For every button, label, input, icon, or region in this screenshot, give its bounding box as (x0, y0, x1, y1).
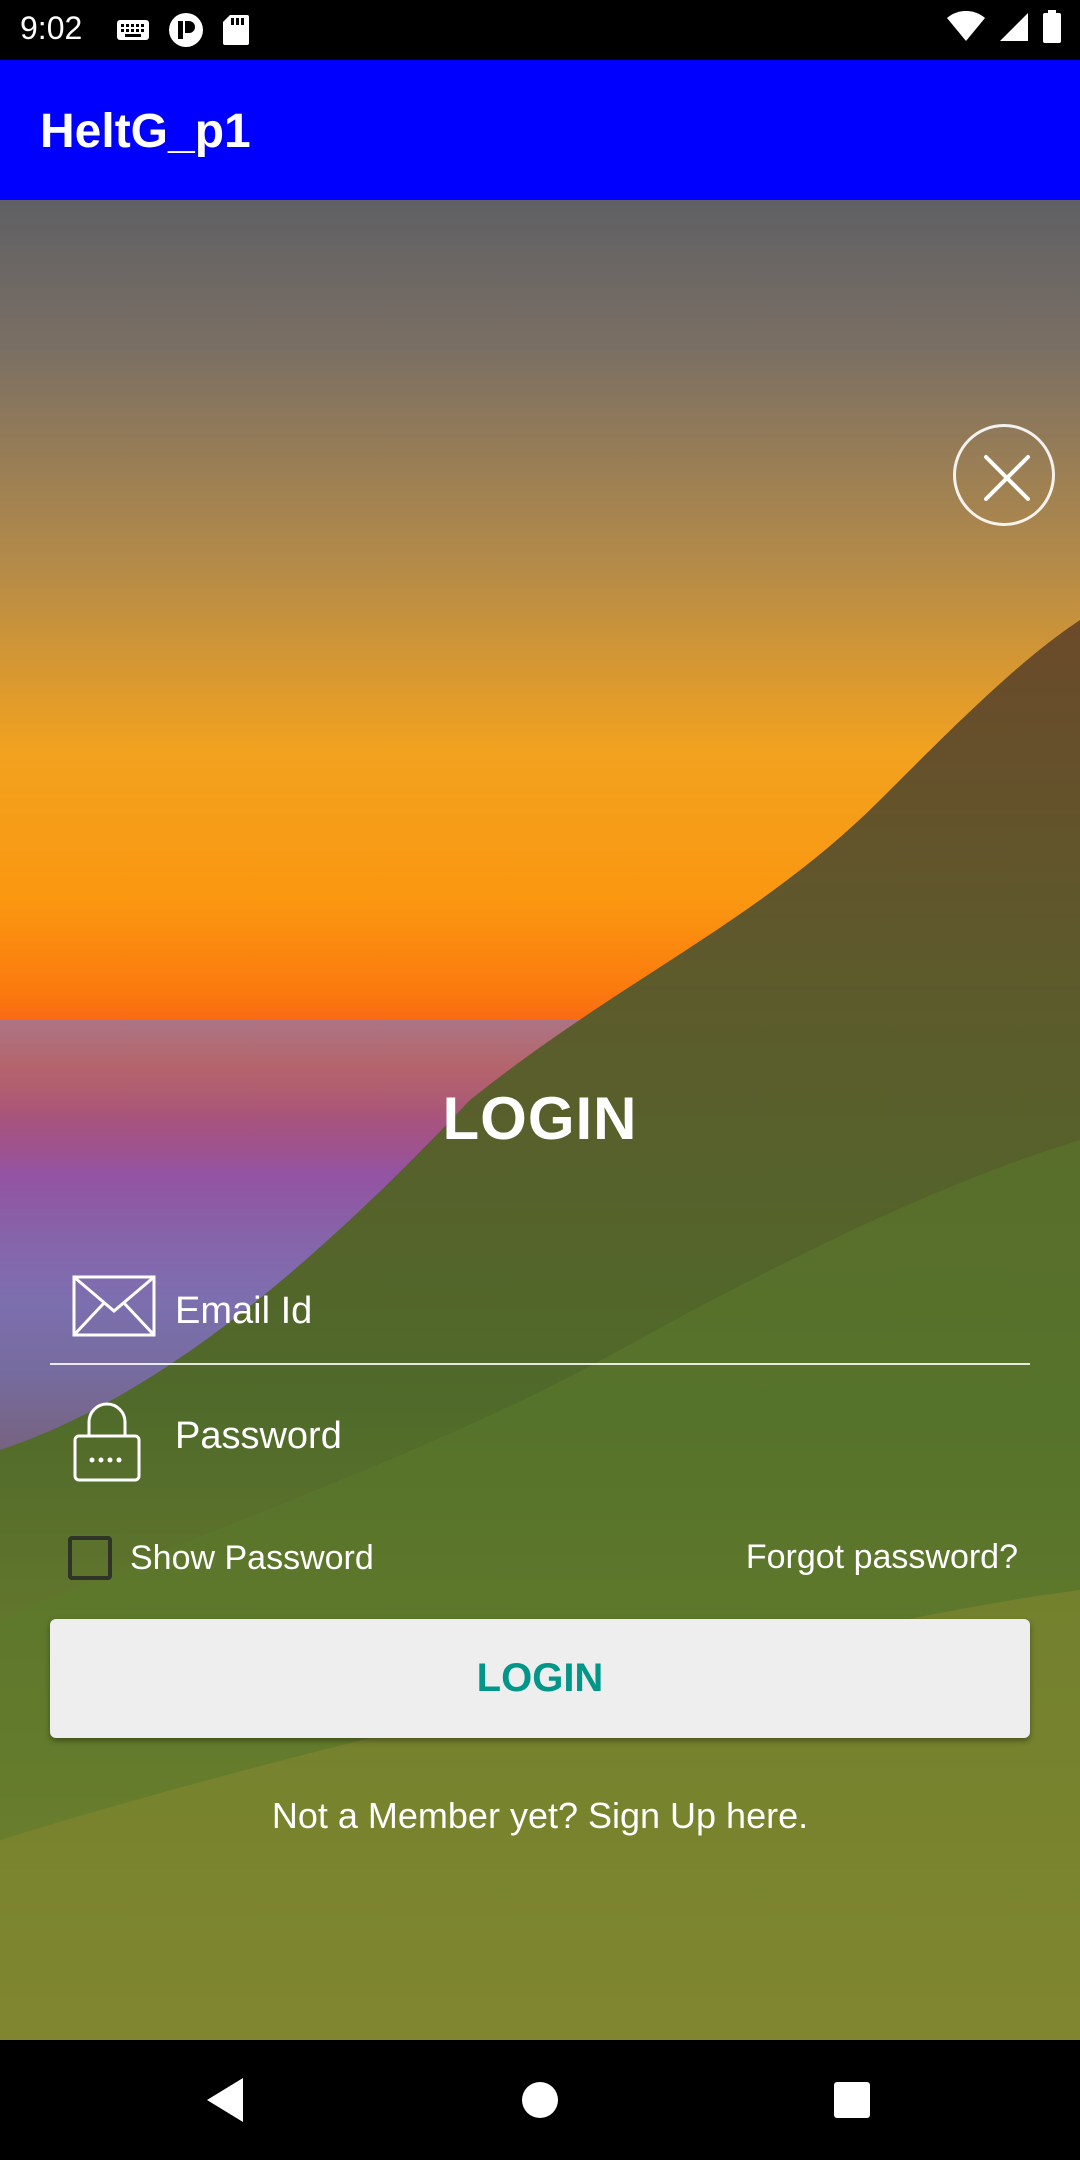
keyboard-icon (117, 20, 149, 40)
sd-card-icon (223, 15, 249, 45)
lock-icon (72, 1400, 142, 1489)
status-time: 9:02 (20, 10, 83, 46)
recents-icon (834, 2082, 870, 2118)
battery-icon (1043, 10, 1061, 43)
wifi-icon (947, 11, 985, 41)
status-icons-right (946, 10, 1062, 44)
password-input[interactable] (175, 1408, 995, 1464)
password-field[interactable] (50, 1380, 1030, 1490)
status-bar: 9:02 (0, 0, 1080, 60)
status-icons-left (116, 12, 250, 48)
app-title: HeltG_p1 (40, 105, 251, 158)
app-notification-icon (169, 13, 203, 47)
email-field[interactable] (50, 1255, 1030, 1365)
login-button-label: LOGIN (476, 1656, 604, 1700)
show-password-checkbox[interactable] (68, 1536, 112, 1580)
back-button[interactable] (155, 2040, 295, 2160)
email-input[interactable] (175, 1283, 995, 1339)
forgot-password-link[interactable]: Forgot password? (746, 1538, 1018, 1577)
show-password-label: Show Password (130, 1538, 374, 1577)
app-bar: HeltG_p1 (0, 60, 1080, 200)
home-button[interactable] (470, 2040, 610, 2160)
signup-link[interactable]: Not a Member yet? Sign Up here. (0, 1795, 1080, 1837)
close-icon (984, 455, 1030, 501)
login-title: LOGIN (442, 1085, 638, 1152)
back-icon (207, 2078, 243, 2122)
navigation-bar (0, 2040, 1080, 2160)
login-button[interactable]: LOGIN (50, 1619, 1030, 1738)
close-button[interactable] (953, 424, 1055, 526)
mail-icon (72, 1275, 156, 1342)
login-screen: LOGIN Show Password Forgot password? LOG… (0, 200, 1080, 2040)
recents-button[interactable] (782, 2040, 922, 2160)
show-password-toggle[interactable]: Show Password (68, 1535, 374, 1581)
signal-icon (1000, 13, 1028, 41)
home-icon (522, 2082, 558, 2118)
